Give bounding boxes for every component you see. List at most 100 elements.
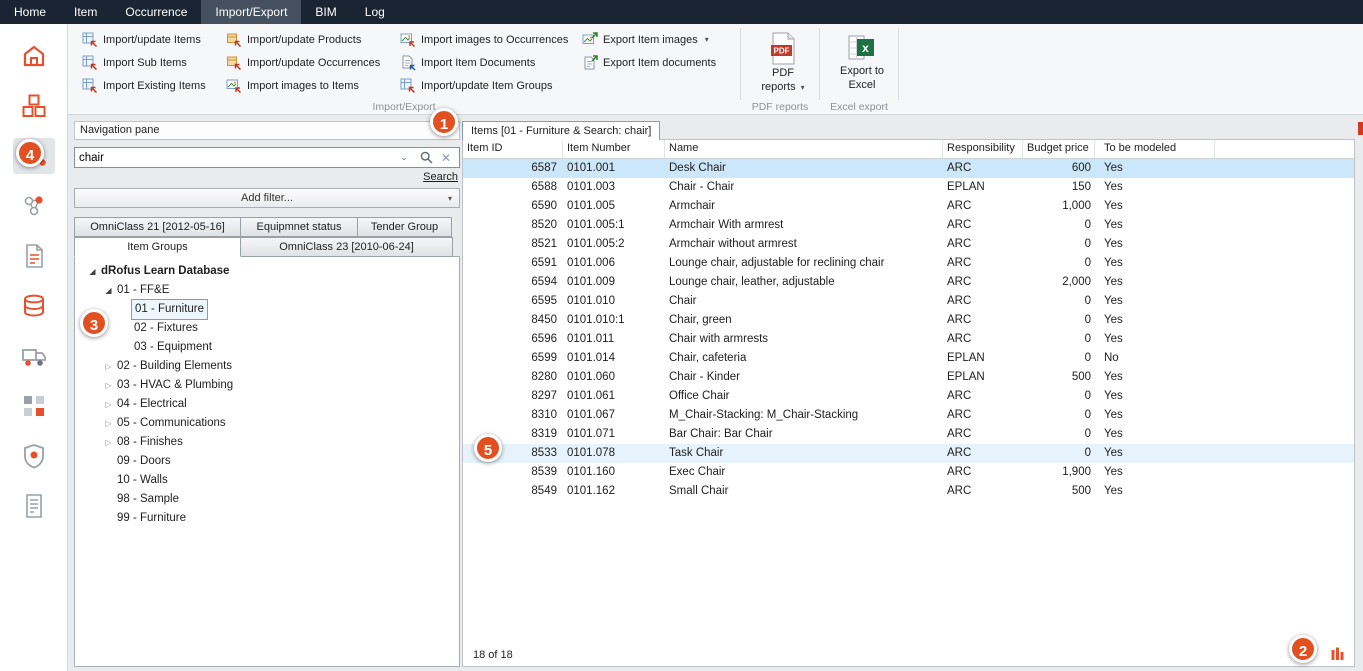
items-document-tab[interactable]: Items [01 - Furniture & Search: chair] xyxy=(462,121,660,140)
cell-responsibility: ARC xyxy=(943,387,1023,406)
import-item-documents-button[interactable]: Import Item Documents xyxy=(400,53,570,72)
status-bar: 18 of 18 xyxy=(463,644,1354,666)
rooms-icon[interactable] xyxy=(13,38,55,74)
tree-node-communications[interactable]: ▷05 - Communications xyxy=(75,414,459,433)
expander-icon[interactable]: ▷ xyxy=(103,433,114,452)
table-row[interactable]: 8297 0101.061 Office Chair ARC 0 Yes xyxy=(463,387,1354,406)
cell-item-id: 6591 xyxy=(463,254,563,273)
logistics-icon[interactable] xyxy=(13,338,55,374)
table-row[interactable]: 6594 0101.009 Lounge chair, leather, adj… xyxy=(463,273,1354,292)
menu-tab[interactable]: BIM xyxy=(301,0,350,24)
table-row[interactable]: 8549 0101.162 Small Chair ARC 500 Yes xyxy=(463,482,1354,501)
tab-omniclass-23[interactable]: OmniClass 23 [2010-06-24] xyxy=(240,237,453,257)
expander-icon[interactable]: ▷ xyxy=(103,395,114,414)
table-row[interactable]: 8450 0101.010:1 Chair, green ARC 0 Yes xyxy=(463,311,1354,330)
table-row[interactable]: 6587 0101.001 Desk Chair ARC 600 Yes xyxy=(463,159,1354,178)
documents-icon[interactable] xyxy=(13,238,55,274)
table-row[interactable]: 8310 0101.067 M_Chair-Stacking: M_Chair-… xyxy=(463,406,1354,425)
cell-filler xyxy=(1215,444,1354,463)
table-row[interactable]: 8319 0101.071 Bar Chair: Bar Chair ARC 0… xyxy=(463,425,1354,444)
expander-icon[interactable]: ◢ xyxy=(87,262,98,281)
table-row[interactable]: 6599 0101.014 Chair, cafeteria EPLAN 0 N… xyxy=(463,349,1354,368)
table-row[interactable]: 8539 0101.160 Exec Chair ARC 1,900 Yes xyxy=(463,463,1354,482)
table-row[interactable]: 6591 0101.006 Lounge chair, adjustable f… xyxy=(463,254,1354,273)
column-header-name[interactable]: Name xyxy=(665,140,943,158)
reports-icon[interactable] xyxy=(13,488,55,524)
tree-node-hvac-plumbing[interactable]: ▷03 - HVAC & Plumbing xyxy=(75,376,459,395)
table-row[interactable]: 8520 0101.005:1 Armchair With armrest AR… xyxy=(463,216,1354,235)
menu-tab[interactable]: Occurrence xyxy=(111,0,201,24)
import-images-to-occurrences-button[interactable]: Import images to Occurrences xyxy=(400,30,570,49)
tree-node-building-elements[interactable]: ▷02 - Building Elements xyxy=(75,357,459,376)
products-icon[interactable] xyxy=(13,188,55,224)
items-icon[interactable] xyxy=(13,88,55,124)
import-update-items-button[interactable]: Import/update Items xyxy=(82,30,214,49)
tab-equipment-status[interactable]: Equipmnet status xyxy=(240,217,358,237)
import-existing-items-button[interactable]: Import Existing Items xyxy=(82,76,214,95)
column-header-budget-price[interactable]: Budget price xyxy=(1023,140,1095,158)
expander-icon[interactable]: ◢ xyxy=(103,281,114,300)
cell-responsibility: ARC xyxy=(943,273,1023,292)
import-images-to-items-button[interactable]: Import images to Items xyxy=(226,76,388,95)
tree-node-ffe[interactable]: ◢01 - FF&E xyxy=(75,281,459,300)
column-header-item-number[interactable]: Item Number xyxy=(563,140,665,158)
menu-tab[interactable]: Import/Export xyxy=(201,0,301,24)
column-header-item-id[interactable]: Item ID xyxy=(463,140,563,158)
tree-node-furniture[interactable]: 01 - Furniture xyxy=(75,300,459,319)
add-filter-dropdown[interactable]: Add filter... ▾ xyxy=(74,188,460,208)
cell-responsibility: ARC xyxy=(943,159,1023,178)
column-header-to-be-modeled[interactable]: To be modeled xyxy=(1095,140,1215,158)
button-label: Import Existing Items xyxy=(103,80,206,92)
tree-node-walls[interactable]: 10 - Walls xyxy=(75,471,459,490)
tree-node-equipment[interactable]: 03 - Equipment xyxy=(75,338,459,357)
cell-budget-price: 600 xyxy=(1023,159,1095,178)
cell-responsibility: ARC xyxy=(943,311,1023,330)
tab-item-groups[interactable]: Item Groups xyxy=(74,237,241,257)
search-history-chevron-icon[interactable]: ⌄ xyxy=(394,152,414,163)
menu-tab[interactable]: Home xyxy=(0,0,60,24)
table-row[interactable]: 6596 0101.011 Chair with armrests ARC 0 … xyxy=(463,330,1354,349)
cell-to-be-modeled: Yes xyxy=(1095,330,1215,349)
table-row[interactable]: 6588 0101.003 Chair - Chair EPLAN 150 Ye… xyxy=(463,178,1354,197)
cell-name: Chair, cafeteria xyxy=(665,349,943,368)
table-row[interactable]: 8533 0101.078 Task Chair ARC 0 Yes xyxy=(463,444,1354,463)
tab-tender-group[interactable]: Tender Group xyxy=(357,217,452,237)
cell-filler xyxy=(1215,216,1354,235)
tree-node-electrical[interactable]: ▷04 - Electrical xyxy=(75,395,459,414)
cell-responsibility: EPLAN xyxy=(943,368,1023,387)
import-update-products-button[interactable]: Import/update Products xyxy=(226,30,388,49)
tab-omniclass-21[interactable]: OmniClass 21 [2012-05-16] xyxy=(74,217,241,237)
search-link[interactable]: Search xyxy=(423,171,458,183)
tree-node-finishes[interactable]: ▷08 - Finishes xyxy=(75,433,459,452)
table-row[interactable]: 6590 0101.005 Armchair ARC 1,000 Yes xyxy=(463,197,1354,216)
menu-tab[interactable]: Log xyxy=(351,0,399,24)
collapsed-panel-marker[interactable] xyxy=(1358,122,1363,135)
export-item-documents-button[interactable]: Export Item documents xyxy=(582,53,724,72)
column-chooser-icon[interactable] xyxy=(1331,647,1344,664)
expander-icon[interactable]: ▷ xyxy=(103,414,114,433)
buildings-icon[interactable] xyxy=(13,388,55,424)
tree-node-fixtures[interactable]: 02 - Fixtures xyxy=(75,319,459,338)
import-sub-items-button[interactable]: Import Sub Items xyxy=(82,53,214,72)
clear-search-icon[interactable]: ✕ xyxy=(439,151,459,165)
expander-icon[interactable]: ▷ xyxy=(103,376,114,395)
database-icon[interactable] xyxy=(13,288,55,324)
tree-node-furniture-99[interactable]: 99 - Furniture xyxy=(75,509,459,528)
systems-icon[interactable] xyxy=(13,438,55,474)
expander-icon[interactable]: ▷ xyxy=(103,357,114,376)
menu-tab[interactable]: Item xyxy=(60,0,111,24)
tree-node-database[interactable]: ◢dRofus Learn Database xyxy=(75,262,459,281)
search-icon[interactable] xyxy=(414,151,439,164)
tree-node-doors[interactable]: 09 - Doors xyxy=(75,452,459,471)
table-row[interactable]: 8280 0101.060 Chair - Kinder EPLAN 500 Y… xyxy=(463,368,1354,387)
search-input[interactable] xyxy=(75,152,394,164)
import-update-item-groups-button[interactable]: Import/update Item Groups xyxy=(400,76,570,95)
table-row[interactable]: 6595 0101.010 Chair ARC 0 Yes xyxy=(463,292,1354,311)
pdf-reports-button[interactable]: PDF PDF reports ▾ xyxy=(751,30,815,97)
tree-node-sample[interactable]: 98 - Sample xyxy=(75,490,459,509)
import-update-occurrences-button[interactable]: Import/update Occurrences xyxy=(226,53,388,72)
table-row[interactable]: 8521 0101.005:2 Armchair without armrest… xyxy=(463,235,1354,254)
column-header-responsibility[interactable]: Responsibility xyxy=(943,140,1023,158)
export-to-excel-button[interactable]: x Export to Excel xyxy=(830,30,894,95)
export-item-images-button[interactable]: Export Item images ▾ xyxy=(582,30,724,49)
